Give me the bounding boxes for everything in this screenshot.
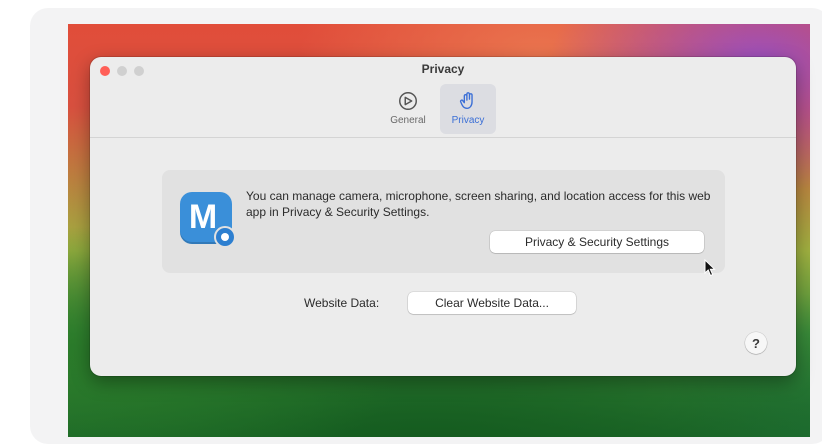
tab-privacy[interactable]: Privacy [440, 84, 496, 134]
privacy-info-box: M You can manage camera, microphone, scr… [162, 170, 725, 273]
tab-general[interactable]: General [380, 84, 436, 134]
window-title: Privacy [421, 62, 465, 76]
clear-website-data-button[interactable]: Clear Website Data... [408, 292, 576, 314]
tab-privacy-label: Privacy [451, 115, 485, 126]
tab-general-label: General [390, 115, 426, 126]
privacy-message: You can manage camera, microphone, scree… [246, 189, 711, 219]
website-data-label: Website Data: [304, 296, 380, 310]
privacy-settings-window: Privacy General Privacy M You can manage… [90, 57, 796, 376]
privacy-security-settings-button[interactable]: Privacy & Security Settings [490, 231, 704, 253]
mouse-cursor-icon [704, 259, 716, 277]
hand-icon [459, 92, 473, 110]
web-app-icon: M [180, 192, 236, 248]
help-button[interactable]: ? [745, 332, 767, 354]
toolbar-divider [90, 137, 796, 138]
compass-icon [399, 92, 417, 110]
settings-toolbar: General Privacy [380, 84, 496, 134]
app-badge-icon [214, 226, 236, 248]
